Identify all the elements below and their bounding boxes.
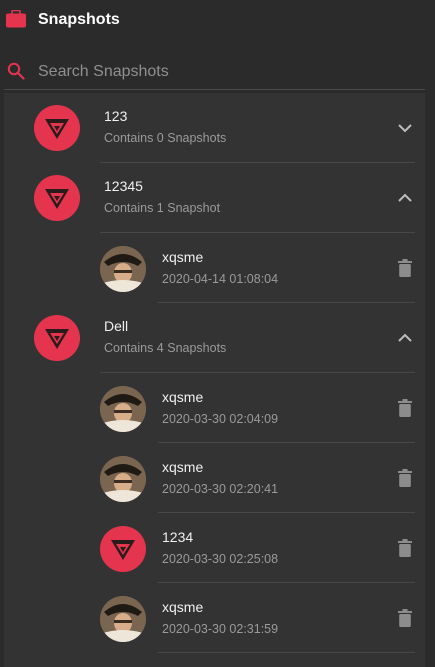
- snapshot-row[interactable]: xqsme 2020-03-30 02:31:59: [4, 583, 425, 653]
- group-name: 123: [104, 108, 128, 124]
- trash-icon[interactable]: [398, 609, 412, 627]
- group-count: Contains 0 Snapshots: [104, 131, 227, 145]
- group-name: Dell: [104, 318, 129, 334]
- snapshot-timestamp: 2020-03-30 02:04:09: [162, 412, 279, 426]
- app-header: Snapshots: [0, 0, 435, 42]
- snapshot-list: 123 Contains 0 Snapshots 12345 Contains …: [4, 93, 425, 667]
- group-name: 12345: [104, 178, 143, 194]
- snapshot-name: xqsme: [162, 459, 204, 475]
- group-logo-icon: [34, 175, 80, 221]
- snapshot-row[interactable]: xqsme 2020-03-30 02:20:41: [4, 443, 425, 513]
- snapshot-timestamp: 2020-03-30 02:31:59: [162, 622, 279, 636]
- group-row-dell[interactable]: Dell Contains 4 Snapshots: [4, 303, 425, 373]
- snapshot-timestamp: 2020-04-14 01:08:04: [162, 272, 279, 286]
- group-logo-icon: [34, 315, 80, 361]
- trash-icon[interactable]: [398, 259, 412, 277]
- snapshot-row[interactable]: 1234 2020-03-30 02:25:08: [4, 513, 425, 583]
- snapshot-avatar: [100, 386, 146, 432]
- snapshot-timestamp: 2020-03-30 02:20:41: [162, 482, 279, 496]
- chevron-down-icon[interactable]: [397, 123, 413, 133]
- snapshot-timestamp: 2020-03-30 02:25:08: [162, 552, 279, 566]
- snapshot-name: xqsme: [162, 389, 204, 405]
- snapshot-name: xqsme: [162, 599, 204, 615]
- snapshot-avatar: [100, 246, 146, 292]
- page-title: Snapshots: [38, 11, 120, 28]
- trash-icon[interactable]: [398, 399, 412, 417]
- snapshot-name: xqsme: [162, 249, 204, 265]
- snapshot-avatar: [100, 456, 146, 502]
- snapshot-row[interactable]: xqsme 2020-03-30 02:04:09: [4, 373, 425, 443]
- trash-icon[interactable]: [398, 469, 412, 487]
- divider: [158, 652, 415, 653]
- group-row-123[interactable]: 123 Contains 0 Snapshots: [4, 93, 425, 163]
- briefcase-icon: [6, 10, 26, 28]
- search-bar: [4, 54, 425, 90]
- snapshot-name: 1234: [162, 529, 194, 545]
- group-logo-icon: [34, 105, 80, 151]
- search-input[interactable]: [38, 58, 418, 86]
- snapshot-logo-icon: [100, 526, 146, 572]
- group-row-12345[interactable]: 12345 Contains 1 Snapshot: [4, 163, 425, 233]
- chevron-up-icon[interactable]: [397, 193, 413, 203]
- snapshot-avatar: [100, 596, 146, 642]
- trash-icon[interactable]: [398, 539, 412, 557]
- chevron-up-icon[interactable]: [397, 333, 413, 343]
- group-count: Contains 4 Snapshots: [104, 341, 227, 355]
- search-icon: [7, 62, 25, 80]
- group-count: Contains 1 Snapshot: [104, 201, 221, 215]
- snapshot-row[interactable]: xqsme 2020-04-14 01:08:04: [4, 233, 425, 303]
